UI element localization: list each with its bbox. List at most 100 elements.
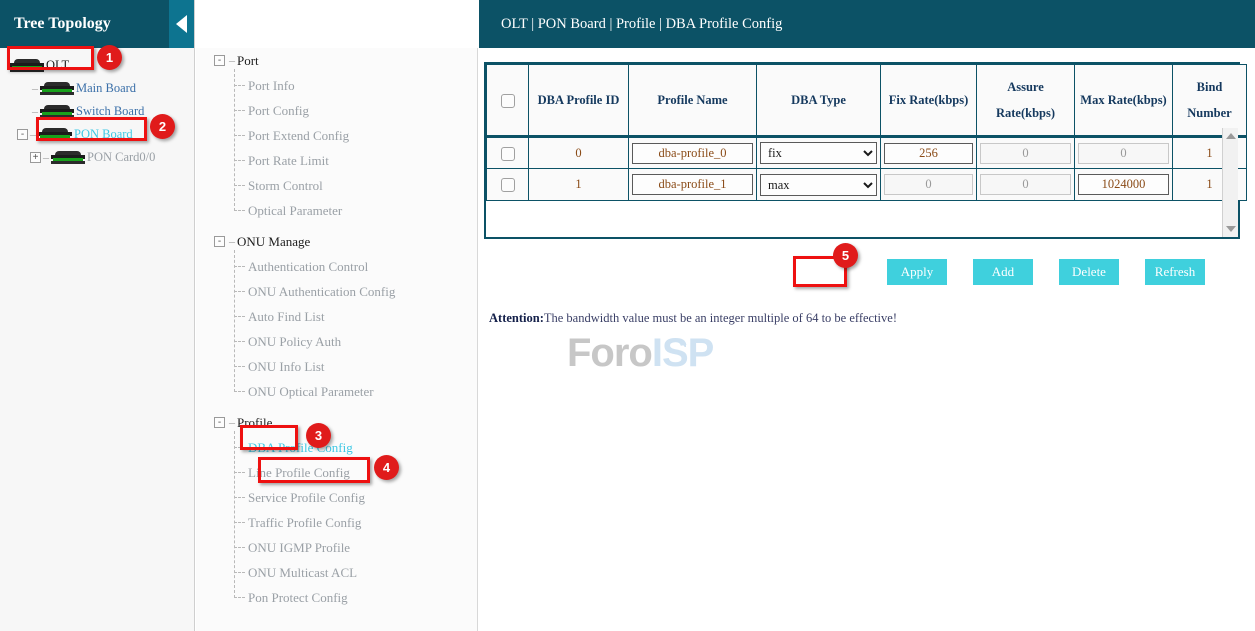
collapse-panel-button[interactable] (169, 0, 194, 48)
menu-item-authentication-control[interactable]: Authentication Control (234, 254, 477, 279)
menu-item-port-config[interactable]: Port Config (234, 98, 477, 123)
row-checkbox[interactable] (501, 147, 515, 161)
menu-group-header[interactable]: - – ONU Manage (196, 229, 477, 254)
watermark-part1: Foro (567, 331, 652, 375)
expander-toggle[interactable]: - (214, 417, 225, 428)
menu-item-onu-policy-auth[interactable]: ONU Policy Auth (234, 329, 477, 354)
menu-item-list: Authentication Control ONU Authenticatio… (196, 254, 477, 404)
cell-max-rate (1075, 169, 1173, 201)
menu-item-onu-authentication-config[interactable]: ONU Authentication Config (234, 279, 477, 304)
menu-item-traffic-profile-config[interactable]: Traffic Profile Config (234, 510, 477, 535)
assure-header-line2: Rate(kbps) (980, 100, 1071, 126)
menu-item-label: Optical Parameter (248, 203, 342, 219)
refresh-button[interactable]: Refresh (1145, 259, 1205, 285)
menu-item-label: Auto Find List (248, 309, 325, 325)
dba-type-select[interactable]: fix (760, 142, 877, 164)
board-icon (40, 82, 74, 95)
triangle-up-icon (1226, 133, 1236, 139)
menu-item-service-profile-config[interactable]: Service Profile Config (234, 485, 477, 510)
apply-button[interactable]: Apply (887, 259, 947, 285)
cell-assure-rate (977, 137, 1075, 169)
select-all-checkbox[interactable] (501, 94, 515, 108)
menu-item-onu-igmp-profile[interactable]: ONU IGMP Profile (234, 535, 477, 560)
table-header-dba-type: DBA Type (757, 65, 881, 137)
menu-item-pon-protect-config[interactable]: Pon Protect Config (234, 585, 477, 610)
table-header-max-rate: Max Rate(kbps) (1075, 65, 1173, 137)
tree-node-label: Main Board (76, 81, 136, 96)
cell-profile-name (629, 169, 757, 201)
menu-item-label: ONU IGMP Profile (248, 540, 350, 556)
row-select-cell (487, 137, 529, 169)
menu-item-label: Line Profile Config (248, 465, 350, 481)
menu-group-header[interactable]: - – Profile (196, 410, 477, 435)
attention-text: The bandwidth value must be an integer m… (544, 311, 897, 325)
menu-item-line-profile-config[interactable]: Line Profile Config (234, 460, 477, 485)
menu-item-port-rate-limit[interactable]: Port Rate Limit (234, 148, 477, 173)
triangle-down-icon (1226, 226, 1236, 232)
expander-toggle[interactable]: - (214, 55, 225, 66)
add-button[interactable]: Add (973, 259, 1033, 285)
cell-dba-type: max (757, 169, 881, 201)
assure-rate-input (980, 174, 1071, 195)
expander-toggle[interactable]: - (17, 129, 28, 140)
menu-item-auto-find-list[interactable]: Auto Find List (234, 304, 477, 329)
assure-header-line1: Assure (980, 74, 1071, 100)
menu-item-port-info[interactable]: Port Info (234, 73, 477, 98)
cell-fix-rate (881, 169, 977, 201)
menu-item-optical-parameter[interactable]: Optical Parameter (234, 198, 477, 223)
triangle-left-icon (176, 15, 187, 33)
attention-label: Attention: (489, 311, 544, 325)
annotation-badge-4: 4 (374, 455, 399, 480)
row-select-cell (487, 169, 529, 201)
menu-item-label: ONU Policy Auth (248, 334, 341, 350)
action-button-row: Apply Add Delete Refresh (484, 239, 1240, 285)
foroisp-watermark: ForoISP (567, 331, 713, 376)
annotation-badge-5: 5 (833, 243, 858, 268)
table-vertical-scrollbar[interactable] (1222, 128, 1238, 237)
expander-toggle[interactable]: - (214, 236, 225, 247)
menu-item-onu-optical-parameter[interactable]: ONU Optical Parameter (234, 379, 477, 404)
profile-name-input[interactable] (632, 174, 753, 195)
delete-button[interactable]: Delete (1059, 259, 1119, 285)
dba-type-select[interactable]: max (760, 174, 877, 196)
max-rate-input (1078, 143, 1169, 164)
menu-item-label: ONU Authentication Config (248, 284, 395, 300)
menu-item-onu-multicast-acl[interactable]: ONU Multicast ACL (234, 560, 477, 585)
menu-item-label: Traffic Profile Config (248, 515, 361, 531)
wifi-arc-icon (663, 339, 689, 352)
menu-item-dba-profile-config[interactable]: DBA Profile Config (234, 435, 477, 460)
menu-item-label: Service Profile Config (248, 490, 365, 506)
menu-item-port-extend-config[interactable]: Port Extend Config (234, 123, 477, 148)
menu-item-label: Pon Protect Config (248, 590, 348, 606)
row-checkbox[interactable] (501, 178, 515, 192)
max-rate-input[interactable] (1078, 174, 1169, 195)
menu-item-onu-info-list[interactable]: ONU Info List (234, 354, 477, 379)
scroll-down-button[interactable] (1223, 221, 1239, 237)
tree-node-label: PON Card0/0 (87, 150, 155, 165)
menu-item-label: DBA Profile Config (248, 440, 353, 456)
expander-toggle[interactable]: + (30, 152, 41, 163)
tree-connector: – (227, 415, 237, 430)
tree-node-pon-card[interactable]: + – PON Card0/0 (0, 146, 194, 169)
tree-node-main-board[interactable]: – Main Board (0, 77, 194, 100)
menu-group-label: Port (237, 53, 259, 69)
annotation-badge-3: 3 (306, 423, 331, 448)
table-header-profile-name: Profile Name (629, 65, 757, 137)
board-icon (10, 59, 44, 72)
menu-item-storm-control[interactable]: Storm Control (234, 173, 477, 198)
profile-name-input[interactable] (632, 143, 753, 164)
tree-node-label: PON Board (74, 127, 133, 142)
table-row: 1 max (487, 169, 1247, 201)
dba-profile-table-container: DBA Profile ID Profile Name DBA Type Fix… (484, 62, 1240, 239)
cell-dba-profile-id: 0 (529, 137, 629, 169)
fix-rate-input[interactable] (884, 143, 973, 164)
cell-profile-name (629, 137, 757, 169)
cell-assure-rate (977, 169, 1075, 201)
menu-group-header[interactable]: - – Port (196, 48, 477, 73)
app-root: Tree Topology OLT – Main Board (0, 0, 1255, 631)
table-header-fix-rate: Fix Rate(kbps) (881, 65, 977, 137)
scroll-up-button[interactable] (1223, 128, 1239, 144)
tree-topology-panel: Tree Topology OLT – Main Board (0, 0, 195, 631)
cell-dba-profile-id: 1 (529, 169, 629, 201)
table-header-assure-rate: Assure Rate(kbps) (977, 65, 1075, 137)
